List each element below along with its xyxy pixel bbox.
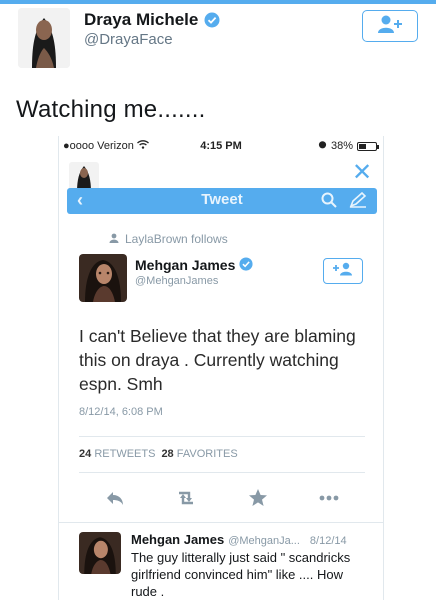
tweet-text: Watching me....... [16, 96, 206, 123]
reply-icon[interactable] [102, 487, 128, 509]
reply-date: 8/12/14 [309, 535, 347, 547]
divider [79, 436, 365, 437]
reply-author-handle[interactable]: @MehganJa... [228, 535, 300, 547]
top-accent-bar [0, 0, 436, 4]
more-options-icon[interactable] [316, 487, 342, 509]
author-handle[interactable]: @DrayaFace [84, 31, 173, 48]
reply-header: Mehgan James @MehganJa... 8/12/14 [131, 532, 379, 547]
tweet-author-avatar[interactable] [79, 254, 127, 302]
tweet-author-name[interactable]: Mehgan James [135, 257, 255, 273]
retweet-count: 24 [79, 448, 92, 460]
verified-badge-icon [239, 257, 255, 273]
tweet-actions [79, 486, 365, 510]
reply-author-name[interactable]: Mehgan James [131, 532, 224, 547]
battery-icon [357, 141, 379, 151]
author-name[interactable]: Draya Michele [84, 10, 220, 30]
status-bar: ●oooo Verizon 4:15 PM 38% [59, 136, 383, 156]
tweet-timestamp: 8/12/14, 6:08 PM [79, 406, 163, 418]
favorite-label: FAVORITES [176, 448, 238, 460]
close-icon[interactable]: ✕ [351, 161, 373, 185]
person-icon [109, 232, 119, 246]
search-icon[interactable] [321, 192, 337, 213]
battery-percent: 38% [330, 140, 353, 152]
reply-body: The guy litterally just said " scandrick… [131, 550, 351, 599]
verified-badge-icon [204, 12, 220, 28]
tweet-author-handle[interactable]: @MehganJames [135, 275, 218, 287]
embedded-screenshot: ●oooo Verizon 4:15 PM 38% ✕ ‹ Tweet Layl… [58, 136, 384, 600]
author-avatar[interactable] [18, 8, 70, 68]
alarm-icon [318, 140, 327, 152]
retweet-label: RETWEETS [94, 448, 156, 460]
divider [59, 522, 383, 523]
favorite-count: 28 [161, 448, 174, 460]
add-user-icon [376, 14, 404, 39]
retweet-stat[interactable]: 24 RETWEETS [79, 448, 155, 460]
tweet-follow-button[interactable] [323, 258, 363, 284]
tweet-body: I can't Believe that they are blaming th… [79, 326, 356, 394]
battery-fill [359, 143, 366, 149]
tweet-author-name-label[interactable]: Mehgan James [135, 257, 235, 273]
add-user-icon [332, 262, 354, 281]
tweet-stats: 24 RETWEETS 28 FAVORITES [79, 448, 238, 460]
author-name-label[interactable]: Draya Michele [84, 10, 198, 30]
divider [79, 472, 365, 473]
compose-icon[interactable] [349, 191, 367, 213]
social-context-label: LaylaBrown follows [125, 232, 228, 246]
reply-author-avatar[interactable] [79, 532, 121, 574]
favorite-stat[interactable]: 28 FAVORITES [161, 448, 237, 460]
social-context: LaylaBrown follows [109, 232, 228, 246]
tweet-navbar: ‹ Tweet [67, 188, 377, 214]
retweet-icon[interactable] [173, 487, 199, 509]
follow-button[interactable] [362, 10, 418, 42]
favorite-star-icon[interactable] [245, 487, 271, 509]
